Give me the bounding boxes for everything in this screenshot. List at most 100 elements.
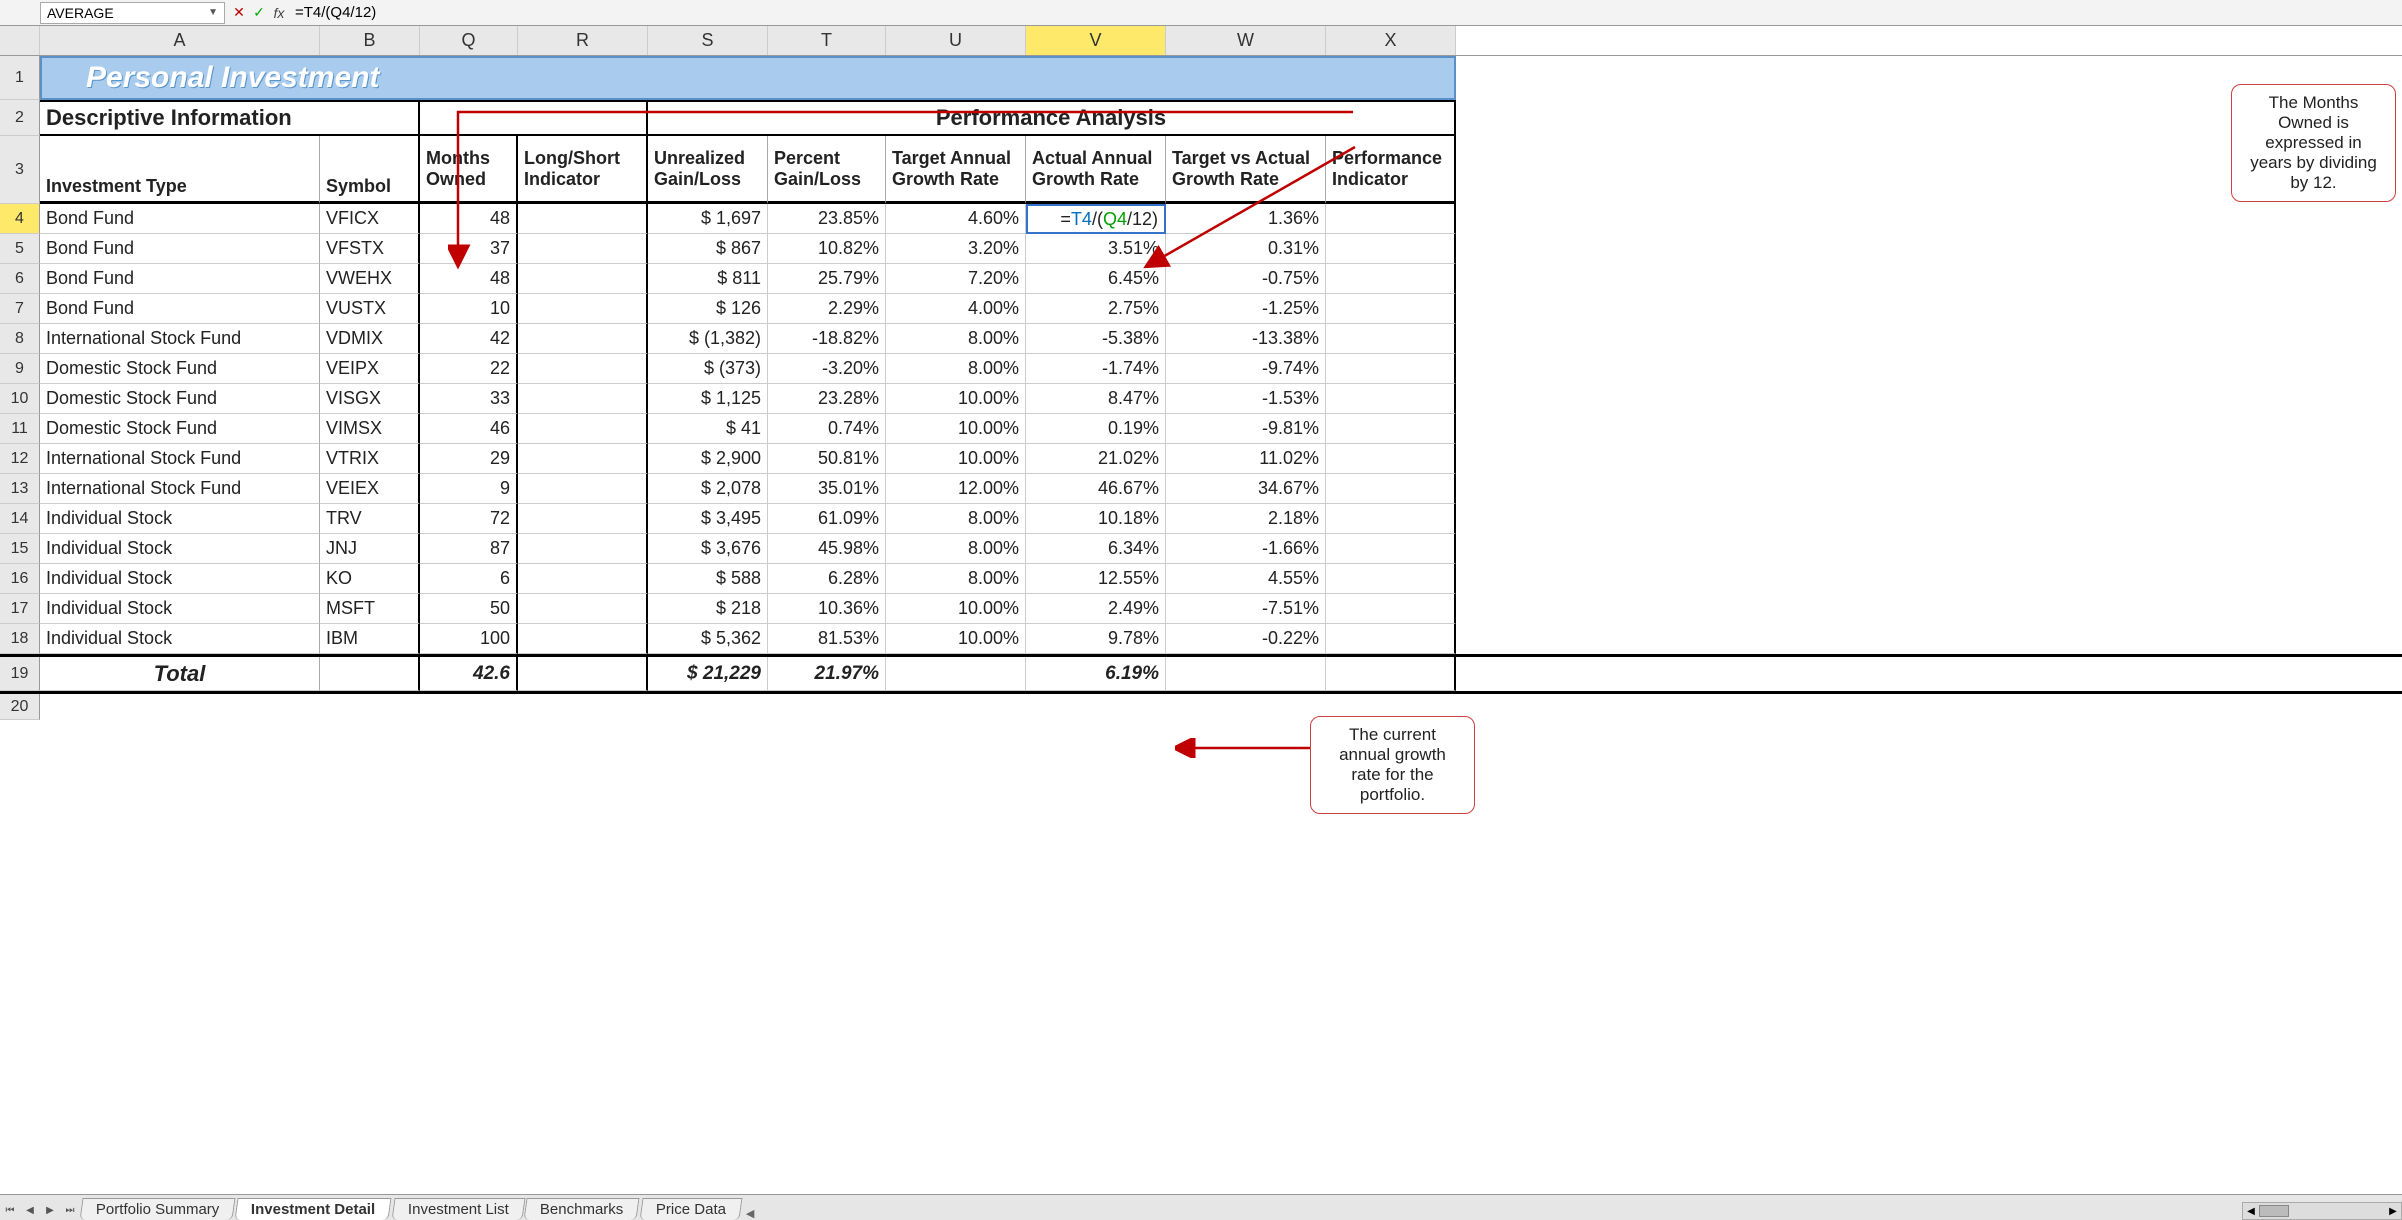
sheet-tab-benchmarks[interactable]: Benchmarks <box>524 1198 640 1220</box>
total-U[interactable] <box>886 657 1026 691</box>
cell-W8[interactable]: -13.38% <box>1166 324 1326 354</box>
cell-S9[interactable]: $ (373) <box>648 354 768 384</box>
cell-W15[interactable]: -1.66% <box>1166 534 1326 564</box>
cell-S17[interactable]: $ 218 <box>648 594 768 624</box>
cell-V9[interactable]: -1.74% <box>1026 354 1166 384</box>
cell-T17[interactable]: 10.36% <box>768 594 886 624</box>
cell-R11[interactable] <box>518 414 648 444</box>
cell-B7[interactable]: VUSTX <box>320 294 420 324</box>
row-header-12[interactable]: 12 <box>0 444 40 474</box>
cell-T15[interactable]: 45.98% <box>768 534 886 564</box>
cell-B9[interactable]: VEIPX <box>320 354 420 384</box>
name-box-dropdown-icon[interactable]: ▼ <box>208 7 218 18</box>
hdr-symbol[interactable]: Symbol <box>320 136 420 204</box>
cell-A8[interactable]: International Stock Fund <box>40 324 320 354</box>
cell-V18[interactable]: 9.78% <box>1026 624 1166 654</box>
cell-S8[interactable]: $ (1,382) <box>648 324 768 354</box>
col-header-T[interactable]: T <box>768 26 886 55</box>
row-header-1[interactable]: 1 <box>0 56 40 100</box>
cell-Q8[interactable]: 42 <box>420 324 518 354</box>
cell-Q14[interactable]: 72 <box>420 504 518 534</box>
cell-A10[interactable]: Domestic Stock Fund <box>40 384 320 414</box>
cell-A7[interactable]: Bond Fund <box>40 294 320 324</box>
cell-A9[interactable]: Domestic Stock Fund <box>40 354 320 384</box>
cell-A12[interactable]: International Stock Fund <box>40 444 320 474</box>
tab-nav-last-icon[interactable]: ⏭ <box>61 1200 79 1220</box>
cell-V11[interactable]: 0.19% <box>1026 414 1166 444</box>
cell-X10[interactable] <box>1326 384 1456 414</box>
cell-S11[interactable]: $ 41 <box>648 414 768 444</box>
hdr-performance-indicator[interactable]: Performance Indicator <box>1326 136 1456 204</box>
cell-R8[interactable] <box>518 324 648 354</box>
cell-Q12[interactable]: 29 <box>420 444 518 474</box>
row-header-11[interactable]: 11 <box>0 414 40 444</box>
row-header-5[interactable]: 5 <box>0 234 40 264</box>
cell-S16[interactable]: $ 588 <box>648 564 768 594</box>
cell-W5[interactable]: 0.31% <box>1166 234 1326 264</box>
cell-S7[interactable]: $ 126 <box>648 294 768 324</box>
cell-A5[interactable]: Bond Fund <box>40 234 320 264</box>
cell-Q13[interactable]: 9 <box>420 474 518 504</box>
row-header-13[interactable]: 13 <box>0 474 40 504</box>
name-box[interactable]: AVERAGE ▼ <box>40 2 225 24</box>
total-X[interactable] <box>1326 657 1456 691</box>
col-header-R[interactable]: R <box>518 26 648 55</box>
cell-R12[interactable] <box>518 444 648 474</box>
cell-A11[interactable]: Domestic Stock Fund <box>40 414 320 444</box>
hdr-target-annual-growth[interactable]: Target Annual Growth Rate <box>886 136 1026 204</box>
cell-A13[interactable]: International Stock Fund <box>40 474 320 504</box>
cell-Q9[interactable]: 22 <box>420 354 518 384</box>
row-header-8[interactable]: 8 <box>0 324 40 354</box>
cell-T18[interactable]: 81.53% <box>768 624 886 654</box>
cell-R18[interactable] <box>518 624 648 654</box>
cell-B12[interactable]: VTRIX <box>320 444 420 474</box>
cell-B6[interactable]: VWEHX <box>320 264 420 294</box>
cell-B11[interactable]: VIMSX <box>320 414 420 444</box>
cell-Q16[interactable]: 6 <box>420 564 518 594</box>
cell-W6[interactable]: -0.75% <box>1166 264 1326 294</box>
cell-U5[interactable]: 3.20% <box>886 234 1026 264</box>
cell-W4[interactable]: 1.36% <box>1166 204 1326 234</box>
cell-B17[interactable]: MSFT <box>320 594 420 624</box>
row-header-17[interactable]: 17 <box>0 594 40 624</box>
row-header-14[interactable]: 14 <box>0 504 40 534</box>
cell-W10[interactable]: -1.53% <box>1166 384 1326 414</box>
cell-Q10[interactable]: 33 <box>420 384 518 414</box>
cell-U13[interactable]: 12.00% <box>886 474 1026 504</box>
total-label[interactable]: Total <box>40 657 320 691</box>
cell-U16[interactable]: 8.00% <box>886 564 1026 594</box>
title-cell[interactable]: Personal Investment <box>40 56 1456 100</box>
row-header-3[interactable]: 3 <box>0 136 40 204</box>
cell-S12[interactable]: $ 2,900 <box>648 444 768 474</box>
row-header-7[interactable]: 7 <box>0 294 40 324</box>
col-header-V[interactable]: V <box>1026 26 1166 55</box>
cell-U9[interactable]: 8.00% <box>886 354 1026 384</box>
hscroll-right-icon[interactable]: ▶ <box>2385 1206 2401 1217</box>
col-header-Q[interactable]: Q <box>420 26 518 55</box>
cell-X6[interactable] <box>1326 264 1456 294</box>
cell-S5[interactable]: $ 867 <box>648 234 768 264</box>
cell-T12[interactable]: 50.81% <box>768 444 886 474</box>
cell-S4[interactable]: $ 1,697 <box>648 204 768 234</box>
col-header-U[interactable]: U <box>886 26 1026 55</box>
total-act[interactable]: 6.19% <box>1026 657 1166 691</box>
cell-U7[interactable]: 4.00% <box>886 294 1026 324</box>
tab-scroll-left-icon[interactable]: ◀ <box>746 1207 754 1220</box>
cell-B10[interactable]: VISGX <box>320 384 420 414</box>
cell-W14[interactable]: 2.18% <box>1166 504 1326 534</box>
horizontal-scrollbar[interactable]: ◀ ▶ <box>2242 1202 2402 1220</box>
cell-X5[interactable] <box>1326 234 1456 264</box>
cell-U15[interactable]: 8.00% <box>886 534 1026 564</box>
row-header-19[interactable]: 19 <box>0 657 40 691</box>
cell-T7[interactable]: 2.29% <box>768 294 886 324</box>
hscroll-thumb[interactable] <box>2259 1205 2289 1217</box>
cell-V15[interactable]: 6.34% <box>1026 534 1166 564</box>
cell-X16[interactable] <box>1326 564 1456 594</box>
cell-S15[interactable]: $ 3,676 <box>648 534 768 564</box>
sheet-tab-price-data[interactable]: Price Data <box>639 1198 742 1220</box>
cell-W12[interactable]: 11.02% <box>1166 444 1326 474</box>
row-header-4[interactable]: 4 <box>0 204 40 234</box>
cell-W13[interactable]: 34.67% <box>1166 474 1326 504</box>
row-header-20[interactable]: 20 <box>0 694 40 720</box>
total-R[interactable] <box>518 657 648 691</box>
